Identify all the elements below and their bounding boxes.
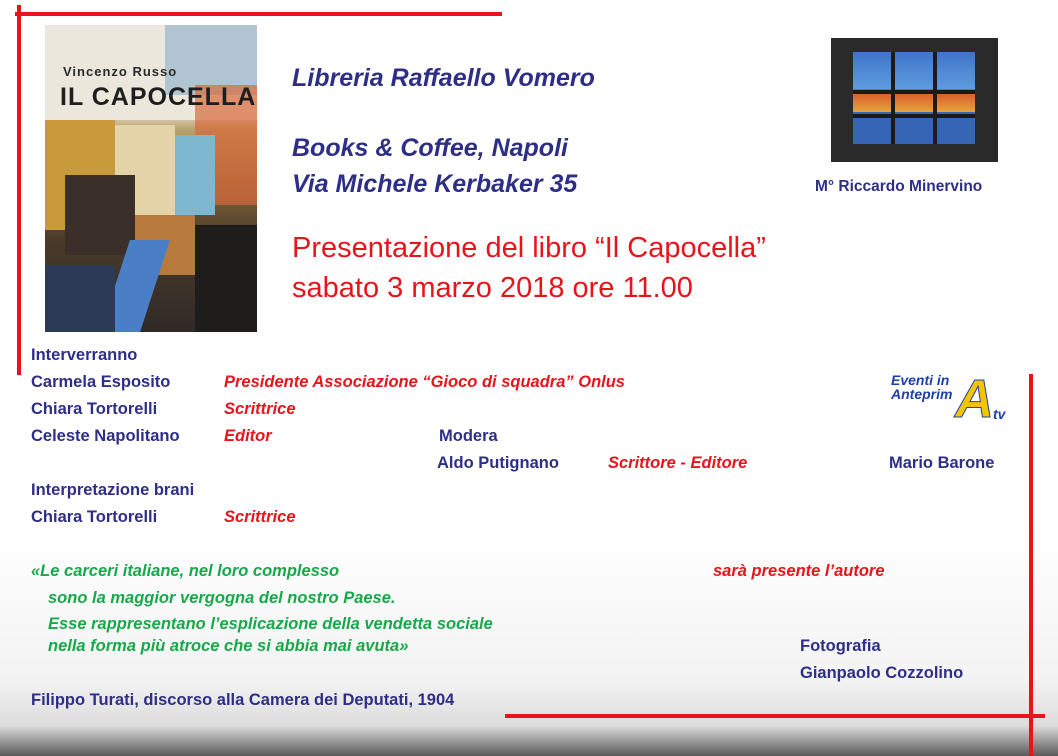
book-cover-image: Vincenzo Russo IL CAPOCELLA xyxy=(45,25,257,332)
extra-name: Mario Barone xyxy=(889,454,995,472)
speakers-heading: Interverranno xyxy=(31,346,138,364)
readings-name: Chiara Tortorelli xyxy=(31,508,158,526)
bottom-right-horizontal-line xyxy=(505,714,1045,718)
speaker-role: Editor xyxy=(224,427,272,445)
readings-role: Scrittrice xyxy=(224,508,296,526)
top-left-vertical-line xyxy=(17,5,21,375)
eventi-in-anteprima-tv-logo: Eventi in Anteprim A tv xyxy=(889,348,1019,445)
presentation-title: Presentazione del libro “Il Capocella” xyxy=(292,232,766,264)
photography-heading: Fotografia xyxy=(800,637,881,655)
quote-line-1: «Le carceri italiane, nel loro complesso xyxy=(31,562,340,580)
photography-name: Gianpaolo Cozzolino xyxy=(800,664,964,682)
quote-line-2: sono la maggior vergogna del nostro Paes… xyxy=(48,589,396,607)
venue-line-3: Via Michele Kerbaker 35 xyxy=(292,170,578,198)
speaker-role: Scrittrice xyxy=(224,400,296,418)
author-note: sarà presente l’autore xyxy=(713,562,885,580)
moderator-name: Aldo Putignano xyxy=(437,454,559,472)
quote-line-3: Esse rappresentano l’esplicazione della … xyxy=(48,615,493,633)
presentation-date: sabato 3 marzo 2018 ore 11.00 xyxy=(292,272,693,304)
venue-line-1: Libreria Raffaello Vomero xyxy=(292,64,595,92)
quote-line-4: nella forma più atroce che si abbia mai … xyxy=(48,637,409,655)
speaker-name: Celeste Napolitano xyxy=(31,427,180,445)
bottom-right-vertical-line xyxy=(1029,374,1033,756)
venue-line-2: Books & Coffee, Napoli xyxy=(292,134,568,162)
moderator-heading: Modera xyxy=(439,427,498,445)
painting-image xyxy=(831,38,998,162)
speaker-role: Presidente Associazione “Gioco di squadr… xyxy=(224,373,625,391)
moderator-role: Scrittore - Editore xyxy=(608,454,748,472)
book-author-text: Vincenzo Russo xyxy=(63,64,178,79)
speaker-name: Chiara Tortorelli xyxy=(31,400,158,418)
painting-caption: M° Riccardo Minervino xyxy=(815,178,983,195)
book-title-text: IL CAPOCELLA xyxy=(60,83,257,111)
speaker-name: Carmela Esposito xyxy=(31,373,171,391)
top-left-horizontal-line xyxy=(15,12,502,16)
quote-attribution: Filippo Turati, discorso alla Camera dei… xyxy=(31,691,455,709)
readings-heading: Interpretazione brani xyxy=(31,481,195,499)
